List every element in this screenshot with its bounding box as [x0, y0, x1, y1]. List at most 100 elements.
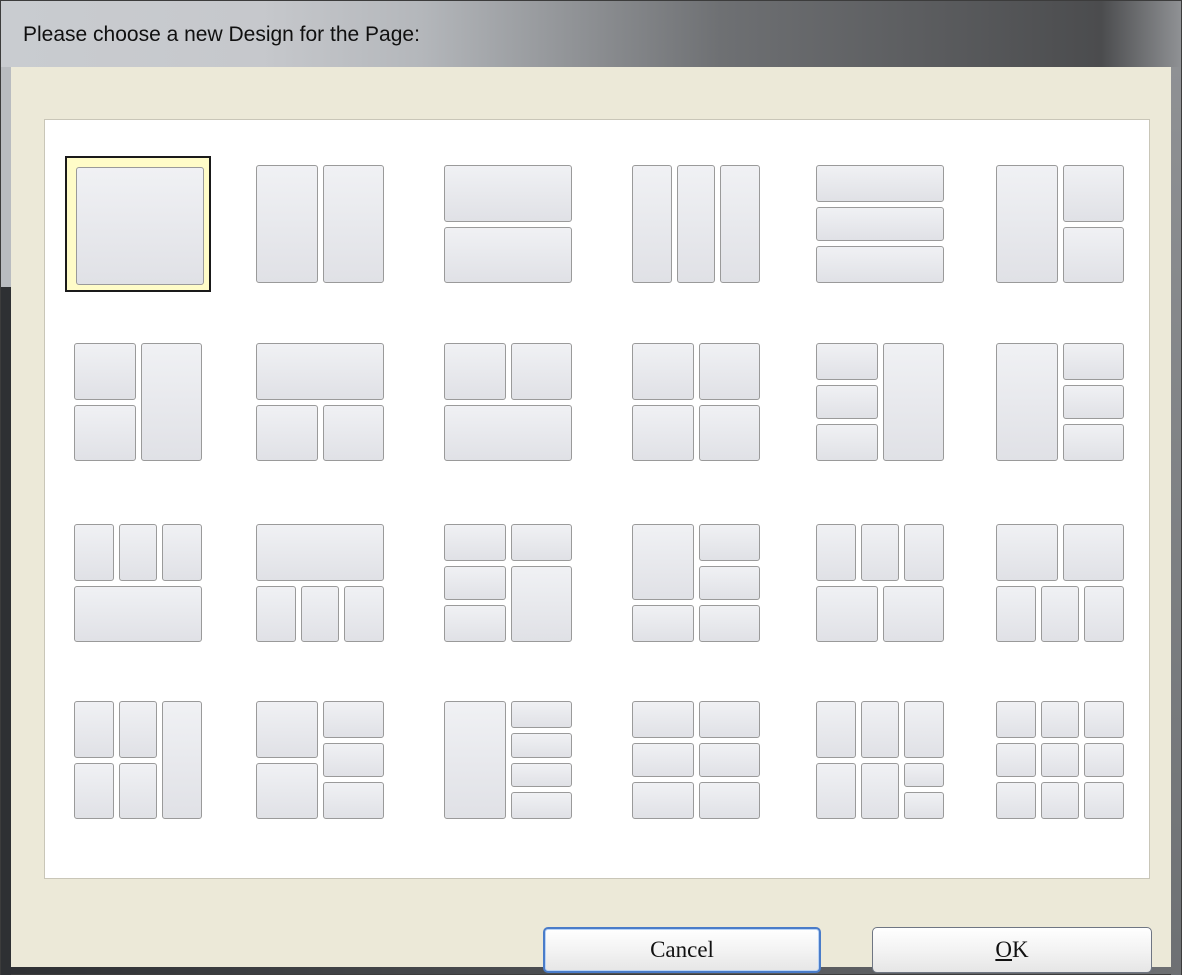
layout-frame-cell	[816, 343, 878, 380]
layout-frame-cell	[1062, 165, 1124, 222]
layout-frame-cell	[861, 762, 899, 819]
layout-wide-top-three-bottom[interactable]	[247, 515, 393, 651]
layout-3x2-with-split[interactable]	[807, 692, 953, 828]
layout-frame-cell	[861, 524, 899, 581]
layout-frame-cell	[1062, 384, 1124, 420]
ok-button[interactable]: OK	[872, 927, 1152, 973]
layout-frame-cell	[632, 742, 694, 778]
layout-frame-cell	[256, 762, 318, 819]
layout-frame-cell	[632, 524, 694, 601]
layout-frame-cell	[322, 701, 384, 738]
layout-two-top-wide-bottom[interactable]	[435, 334, 581, 470]
layout-frame-cell	[1041, 701, 1079, 738]
layout-frame-cell	[632, 404, 694, 461]
layout-frame-cell	[444, 165, 572, 222]
layout-frame-cell	[816, 524, 857, 581]
layout-frame-cell	[256, 524, 384, 581]
layout-big-topleft-mixed[interactable]	[623, 515, 769, 651]
layout-frame-cell	[510, 701, 572, 728]
layout-frame-cell	[256, 404, 318, 461]
layout-frame-cell	[510, 792, 572, 819]
layout-frame-cell	[119, 762, 157, 819]
layout-frame-cell	[996, 343, 1058, 461]
layout-frame-cell	[322, 782, 384, 819]
layout-frame-cell	[996, 701, 1037, 738]
layout-top-wide-two-bottom[interactable]	[247, 334, 393, 470]
layout-three-top-two-bottom[interactable]	[807, 515, 953, 651]
layout-frame-cell	[1083, 742, 1124, 778]
layout-frame-cell	[698, 742, 760, 778]
layout-frame-cell	[698, 701, 760, 738]
layout-three-left-big-right[interactable]	[807, 334, 953, 470]
layout-frame-cell	[996, 585, 1037, 642]
layout-frame-cell	[1062, 524, 1124, 581]
layout-3-columns[interactable]	[623, 156, 769, 292]
layout-frame-cell	[632, 782, 694, 819]
layout-tall-left-four-right[interactable]	[435, 692, 581, 828]
layout-2-rows[interactable]	[435, 156, 581, 292]
layout-frame-cell	[510, 733, 572, 758]
layout-3-rows[interactable]	[807, 156, 953, 292]
title-bar[interactable]: Please choose a new Design for the Page:	[1, 1, 1181, 67]
layout-frame-cell	[161, 524, 202, 581]
layout-frame-cell	[719, 165, 760, 283]
layout-frame-cell	[161, 701, 202, 819]
layout-frame-cell	[444, 404, 572, 461]
layout-frame-cell	[510, 762, 572, 787]
layout-frame-cell	[698, 565, 760, 601]
layout-frame-cell	[632, 343, 694, 400]
layout-frame-cell	[882, 343, 944, 461]
layout-two-left-big-right[interactable]	[65, 334, 211, 470]
layout-frame-cell	[301, 585, 339, 642]
layout-frame-cell	[322, 404, 384, 461]
cancel-button[interactable]: Cancel	[543, 927, 821, 973]
layout-frame-cell	[256, 165, 318, 283]
dialog-client-area: Cancel OK	[11, 67, 1171, 973]
layout-2x3-grid[interactable]	[623, 692, 769, 828]
layout-three-left-top-right-big[interactable]	[435, 515, 581, 651]
layout-two-top-three-bottom[interactable]	[987, 515, 1133, 651]
layout-frame-cell	[74, 524, 115, 581]
layout-frame-cell	[816, 246, 944, 283]
layout-3x3-grid[interactable]	[987, 692, 1133, 828]
design-dialog: Please choose a new Design for the Page:…	[0, 0, 1182, 975]
layout-frame-cell	[996, 742, 1037, 778]
layout-frame-cell	[816, 585, 878, 642]
layout-frame-cell	[444, 605, 506, 642]
layout-2-columns[interactable]	[247, 156, 393, 292]
layout-frame-cell	[698, 782, 760, 819]
layout-frame-cell	[256, 585, 297, 642]
layout-frame-cell	[444, 565, 506, 601]
layout-frame-cell	[632, 701, 694, 738]
layout-frame-cell	[76, 167, 204, 285]
layout-frame-cell	[903, 524, 944, 581]
layout-frame-cell	[510, 565, 572, 642]
layout-frame-cell	[816, 206, 944, 242]
cancel-button-label: Cancel	[650, 937, 714, 962]
layout-frame-cell	[1083, 701, 1124, 738]
layout-frame-cell	[322, 165, 384, 283]
window-frame-left	[1, 67, 11, 975]
layout-frame-cell	[816, 424, 878, 461]
layout-2x2-grid[interactable]	[623, 334, 769, 470]
layout-frame-cell	[903, 792, 944, 819]
layout-frame-cell	[119, 701, 157, 758]
layout-frame-cell	[1062, 424, 1124, 461]
dialog-title: Please choose a new Design for the Page:	[23, 23, 420, 46]
layout-frame-cell	[119, 524, 157, 581]
layout-two-left-three-right[interactable]	[247, 692, 393, 828]
layout-frame-cell	[74, 343, 136, 400]
layout-frame-cell	[74, 585, 202, 642]
layout-big-left-three-right[interactable]	[987, 334, 1133, 470]
layout-frame-cell	[677, 165, 715, 283]
ok-label-rest: K	[1012, 937, 1029, 962]
layout-1-single[interactable]	[65, 156, 211, 292]
layout-frame-cell	[996, 782, 1037, 819]
layout-frame-cell	[632, 605, 694, 642]
layout-frame-cell	[74, 701, 115, 758]
layout-frame-cell	[816, 701, 857, 758]
layout-big-left-two-right[interactable]	[987, 156, 1133, 292]
layout-2x2-left-tall-right[interactable]	[65, 692, 211, 828]
layout-three-top-wide-bottom[interactable]	[65, 515, 211, 651]
layout-frame-cell	[444, 524, 506, 561]
